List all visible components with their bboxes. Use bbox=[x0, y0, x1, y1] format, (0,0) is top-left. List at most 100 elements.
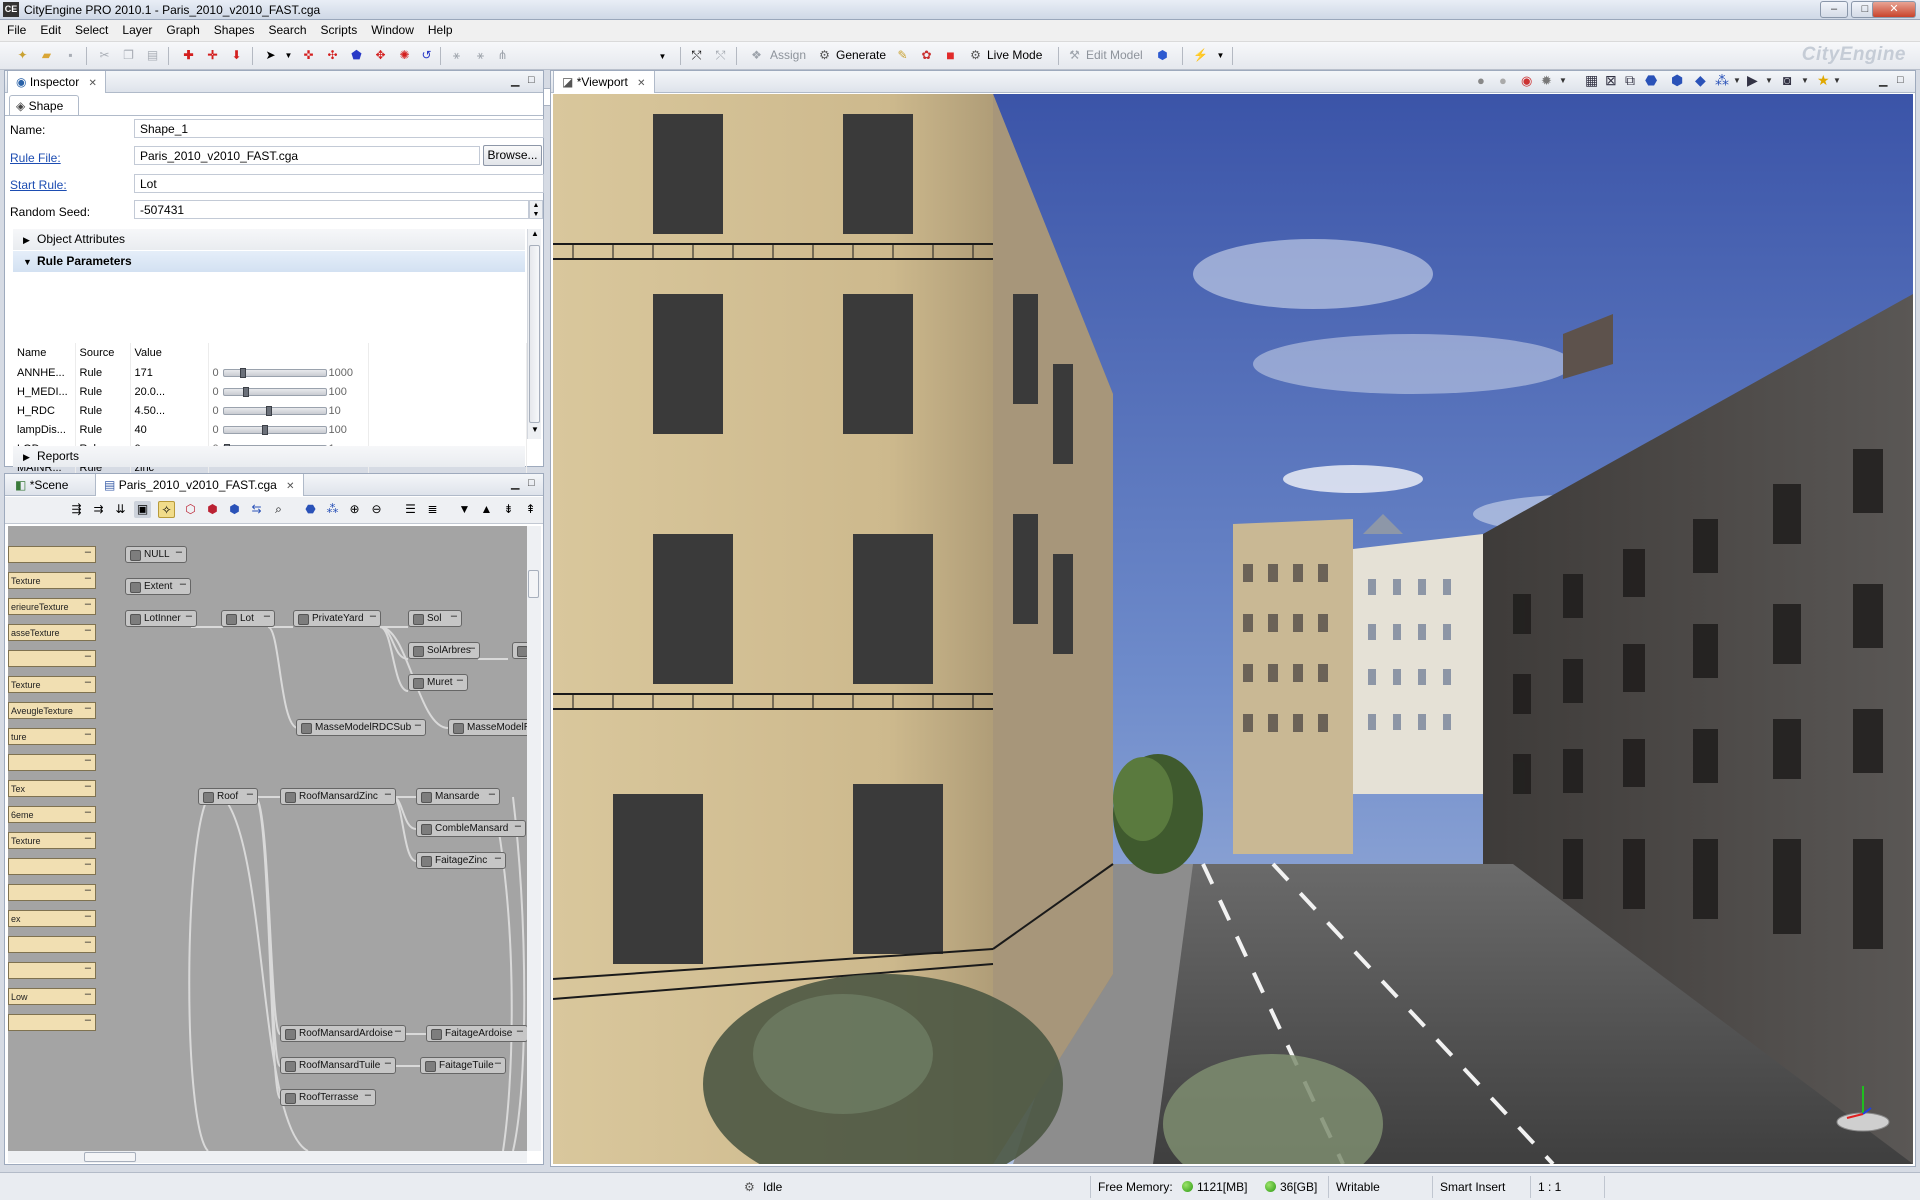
node-roofmansardzinc[interactable]: RoofMansardZinc – bbox=[280, 788, 396, 805]
frame-icon[interactable]: ⤲ bbox=[712, 47, 729, 64]
translate-icon[interactable]: ✛ bbox=[204, 47, 221, 64]
tab-viewport[interactable]: ◪ *Viewport ✕ bbox=[553, 71, 655, 93]
cube-multi-icon[interactable]: ⁂ bbox=[324, 501, 341, 518]
texture-node[interactable]: AveugleTexture – bbox=[8, 702, 96, 719]
filter-icon[interactable]: ⇞ bbox=[522, 501, 539, 518]
texture-node[interactable]: – bbox=[8, 884, 96, 901]
menu-edit[interactable]: Edit bbox=[33, 20, 68, 42]
params-scrollbar[interactable]: ▲ ▼ bbox=[527, 229, 541, 439]
texture-node[interactable]: Texture – bbox=[8, 676, 96, 693]
sphere-light-icon[interactable]: ● bbox=[1499, 73, 1507, 88]
slider-thumb[interactable] bbox=[265, 405, 272, 416]
param-value[interactable]: 40 bbox=[130, 420, 209, 439]
menu-file[interactable]: File bbox=[0, 20, 33, 42]
close-icon[interactable]: ✕ bbox=[637, 78, 645, 89]
texture-node[interactable]: – bbox=[8, 858, 96, 875]
tab-cga-file[interactable]: ▤ Paris_2010_v2010_FAST.cga ✕ bbox=[95, 474, 304, 496]
start-rule-field[interactable]: Lot bbox=[134, 174, 544, 193]
texture-node[interactable]: – bbox=[8, 546, 96, 563]
param-row[interactable]: lampDis... Rule 40 0 100 bbox=[13, 420, 527, 439]
edit-street-icon[interactable]: ✥ bbox=[372, 47, 389, 64]
param-slider[interactable] bbox=[222, 424, 327, 435]
rule-file-link[interactable]: Rule File: bbox=[10, 151, 61, 165]
node-null[interactable]: NULL – bbox=[125, 546, 187, 563]
model-icon[interactable]: ⬢ bbox=[1154, 47, 1171, 64]
node-red-icon[interactable]: ⬡ bbox=[182, 501, 199, 518]
assign-button[interactable]: Assign bbox=[770, 48, 806, 62]
draw-street-icon[interactable]: ✜ bbox=[300, 47, 317, 64]
param-row[interactable]: H_RDC Rule 4.50... 0 10 bbox=[13, 401, 527, 420]
texture-node[interactable]: Low – bbox=[8, 988, 96, 1005]
chevron-down-icon[interactable]: ▼ bbox=[1212, 47, 1229, 64]
minimize-icon[interactable]: ▁ bbox=[1879, 74, 1887, 87]
camera-icon[interactable]: ▶ bbox=[1747, 72, 1758, 89]
minimize-icon[interactable]: ▁ bbox=[511, 477, 519, 490]
open-folder-icon[interactable]: ▰ bbox=[38, 47, 55, 64]
edit-model-button[interactable]: Edit Model bbox=[1086, 48, 1143, 62]
texture-node[interactable]: Texture – bbox=[8, 832, 96, 849]
param-row[interactable]: H_MEDI... Rule 20.0... 0 100 bbox=[13, 382, 527, 401]
layout-down-icon[interactable]: ⇊ bbox=[112, 501, 129, 518]
navigate-icon[interactable]: ⤲ bbox=[688, 47, 705, 64]
node-solarbres[interactable]: SolArbres – bbox=[408, 642, 480, 659]
param-value[interactable]: 20.0... bbox=[130, 382, 209, 401]
draw-shape-icon[interactable]: ✣ bbox=[324, 47, 341, 64]
browse-button[interactable]: Browse... bbox=[483, 145, 542, 166]
scroll-thumb[interactable] bbox=[528, 570, 539, 598]
collapse-icon[interactable]: ▼ bbox=[456, 501, 473, 518]
minimize-icon[interactable]: ▁ bbox=[511, 74, 519, 87]
video-icon[interactable]: ◙ bbox=[1783, 72, 1791, 88]
object-attributes-header[interactable]: ▶ Object Attributes bbox=[13, 229, 525, 250]
node-mansarde[interactable]: Mansarde – bbox=[416, 788, 500, 805]
node-faitageardoise[interactable]: FaitageArdoise – bbox=[426, 1025, 528, 1042]
param-slider[interactable] bbox=[222, 367, 327, 378]
menu-search[interactable]: Search bbox=[261, 20, 313, 42]
sort-icon[interactable]: ⇟ bbox=[500, 501, 517, 518]
param-value[interactable]: 171 bbox=[130, 363, 209, 382]
chevron-down-icon[interactable]: ▼ bbox=[1801, 76, 1809, 85]
node-muret[interactable]: Muret – bbox=[408, 674, 468, 691]
texture-node[interactable]: erieureTexture – bbox=[8, 598, 96, 615]
column-header-source[interactable]: Source bbox=[75, 343, 131, 363]
cube-view-icon[interactable]: ⬣ bbox=[1645, 72, 1657, 89]
menu-select[interactable]: Select bbox=[68, 20, 115, 42]
shapes-visibility-icon[interactable]: ⁂ bbox=[1715, 72, 1729, 89]
close-icon[interactable]: ✕ bbox=[286, 481, 294, 492]
name-field[interactable]: Shape_1 bbox=[134, 119, 544, 138]
slider-thumb[interactable] bbox=[239, 367, 246, 378]
menu-window[interactable]: Window bbox=[364, 20, 421, 42]
node-lotinner[interactable]: LotInner – bbox=[125, 610, 197, 627]
menu-shapes[interactable]: Shapes bbox=[207, 20, 262, 42]
menu-layer[interactable]: Layer bbox=[115, 20, 159, 42]
layer-visibility-icon[interactable]: ◆ bbox=[1695, 72, 1706, 89]
chevron-down-icon[interactable]: ▼ bbox=[1833, 76, 1841, 85]
close-icon[interactable]: ✕ bbox=[89, 78, 97, 89]
chevron-down-icon[interactable]: ▼ bbox=[654, 48, 671, 65]
bookmark-icon[interactable]: ⬢ bbox=[1671, 72, 1683, 89]
rule-mode-icon[interactable]: ✧ bbox=[158, 501, 175, 518]
sphere-grey-icon[interactable]: ● bbox=[1477, 73, 1485, 88]
chevron-down-icon[interactable]: ▼ bbox=[1765, 76, 1773, 85]
wand-icon[interactable]: ✎ bbox=[894, 47, 911, 64]
param-row[interactable]: ANNHE... Rule 171 0 1000 bbox=[13, 363, 527, 382]
slider-thumb[interactable] bbox=[242, 386, 249, 397]
paste-icon[interactable]: ▤ bbox=[144, 47, 161, 64]
param-slider[interactable] bbox=[222, 386, 327, 397]
list-alt-icon[interactable]: ≣ bbox=[424, 501, 441, 518]
texture-node[interactable]: – bbox=[8, 1014, 96, 1031]
texture-node[interactable]: Tex – bbox=[8, 780, 96, 797]
node-comblemansard[interactable]: CombleMansard – bbox=[416, 820, 526, 837]
node-roof[interactable]: Roof – bbox=[198, 788, 258, 805]
texture-sphere-icon[interactable]: ◉ bbox=[1521, 73, 1532, 89]
polygon-icon[interactable]: ⬟ bbox=[348, 47, 365, 64]
texture-node[interactable]: ex – bbox=[8, 910, 96, 927]
chevron-down-icon[interactable]: ▼ bbox=[1559, 76, 1567, 85]
node-red2-icon[interactable]: ⬢ bbox=[204, 501, 221, 518]
node-privateyard[interactable]: PrivateYard – bbox=[293, 610, 381, 627]
random-seed-field[interactable]: -507431 bbox=[134, 200, 529, 219]
param-slider[interactable] bbox=[222, 405, 327, 416]
list-icon[interactable]: ☰ bbox=[402, 501, 419, 518]
save-icon[interactable]: ▪ bbox=[62, 47, 79, 64]
node-faitagezinc[interactable]: FaitageZinc – bbox=[416, 852, 506, 869]
tab-shape[interactable]: ◈ Shape bbox=[9, 95, 79, 115]
